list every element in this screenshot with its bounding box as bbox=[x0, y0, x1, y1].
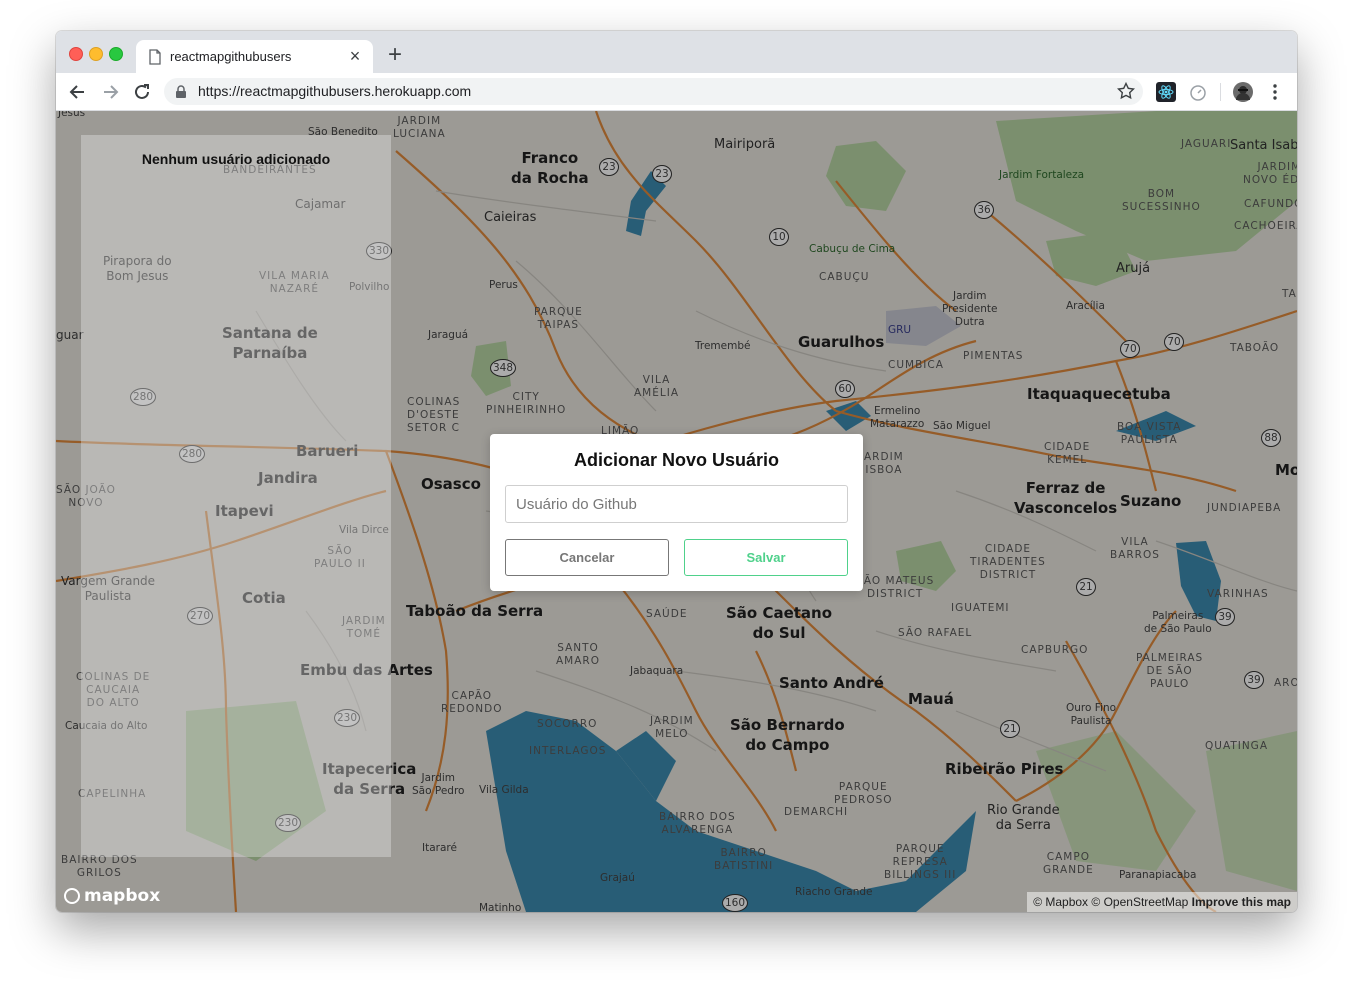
save-button[interactable]: Salvar bbox=[684, 539, 848, 576]
menu-dots-icon[interactable] bbox=[1265, 82, 1285, 102]
extension-timer-icon[interactable] bbox=[1188, 82, 1208, 102]
forward-icon[interactable] bbox=[100, 82, 120, 102]
tab-bar: reactmapgithubusers × + bbox=[56, 31, 1297, 73]
add-user-modal: Adicionar Novo Usuário Cancelar Salvar bbox=[490, 434, 863, 591]
url-text: https://reactmapgithubusers.herokuapp.co… bbox=[198, 83, 472, 99]
attribution-mapbox-link[interactable]: © Mapbox bbox=[1033, 895, 1088, 909]
new-tab-button[interactable]: + bbox=[384, 43, 406, 67]
mapbox-logo[interactable]: mapbox bbox=[64, 885, 160, 907]
reload-icon[interactable] bbox=[132, 82, 152, 102]
minimize-window-button[interactable] bbox=[89, 47, 103, 61]
tab-title: reactmapgithubusers bbox=[170, 49, 292, 64]
browser-window: reactmapgithubusers × + https://reactmap… bbox=[56, 31, 1297, 912]
page-icon bbox=[149, 49, 161, 65]
modal-title: Adicionar Novo Usuário bbox=[573, 450, 780, 470]
map-attribution: © Mapbox © OpenStreetMap Improve this ma… bbox=[1027, 892, 1297, 912]
browser-tab[interactable]: reactmapgithubusers × bbox=[136, 40, 373, 73]
react-devtools-icon[interactable] bbox=[1156, 82, 1176, 102]
mapbox-logo-icon bbox=[64, 888, 80, 904]
profile-avatar[interactable] bbox=[1233, 82, 1253, 102]
lock-icon bbox=[176, 85, 186, 98]
empty-users-message: Nenhum usuário adicionado bbox=[141, 151, 331, 167]
github-username-input[interactable] bbox=[505, 485, 848, 523]
toolbar-divider bbox=[1220, 83, 1221, 101]
map-canvas[interactable]: 23 23 10 36 348 60 70 70 88 21 39 39 21 … bbox=[56, 111, 1297, 912]
address-bar[interactable]: https://reactmapgithubusers.herokuapp.co… bbox=[164, 78, 1143, 105]
browser-toolbar: https://reactmapgithubusers.herokuapp.co… bbox=[56, 73, 1297, 111]
improve-map-link[interactable]: Improve this map bbox=[1192, 895, 1291, 909]
close-window-button[interactable] bbox=[69, 47, 83, 61]
bookmark-star-icon[interactable] bbox=[1117, 82, 1135, 100]
attribution-osm-link[interactable]: © OpenStreetMap bbox=[1091, 895, 1188, 909]
users-sidebar: Nenhum usuário adicionado bbox=[81, 135, 391, 857]
tab-close-icon[interactable]: × bbox=[345, 46, 365, 66]
cancel-button[interactable]: Cancelar bbox=[505, 539, 669, 576]
mapbox-logo-text: mapbox bbox=[84, 886, 161, 906]
maximize-window-button[interactable] bbox=[109, 47, 123, 61]
back-icon[interactable] bbox=[68, 82, 88, 102]
